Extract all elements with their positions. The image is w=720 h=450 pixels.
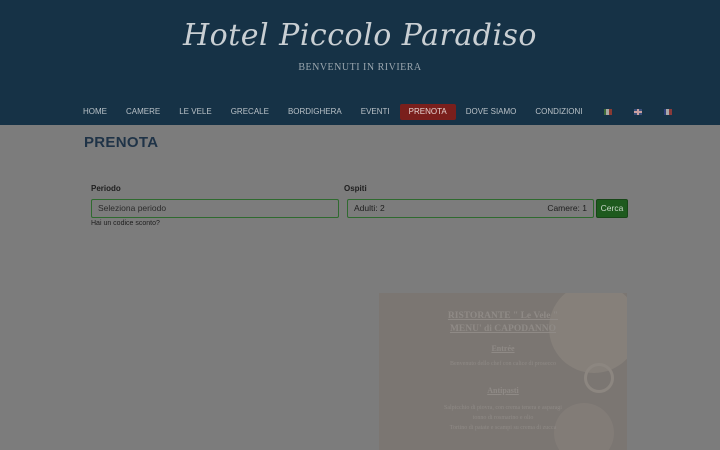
nav-item-dove-siamo[interactable]: DOVE SIAMO	[457, 104, 526, 120]
italian-flag-icon[interactable]	[603, 109, 612, 115]
menu-section-entree: Entrée	[491, 344, 515, 353]
nav-item-condizioni[interactable]: CONDIZIONI	[526, 104, 591, 120]
nav-item-prenota[interactable]: PRENOTA	[399, 104, 456, 120]
nav-item-eventi[interactable]: EVENTI	[352, 104, 399, 120]
nav-item-bordighera[interactable]: BORDIGHERA	[279, 104, 351, 120]
page-title: PRENOTA	[84, 134, 159, 151]
hotel-logo[interactable]: Hotel Piccolo Paradiso	[0, 18, 720, 53]
menu-line: tonno di rosmarino e olio	[472, 415, 534, 421]
new-year-menu-image: RISTORANTE " Le Vele " MENU' di CAPODANN…	[379, 293, 627, 450]
guests-label: Ospiti	[344, 184, 367, 193]
site-header: Hotel Piccolo Paradiso BENVENUTI IN RIVI…	[0, 0, 720, 125]
menu-section-antipasti: Antipasti	[487, 386, 519, 395]
adults-count: Adulti: 2	[354, 203, 385, 213]
french-flag-icon[interactable]	[663, 109, 672, 115]
period-label: Periodo	[91, 184, 121, 193]
nav-item-camere[interactable]: CAMERE	[117, 104, 169, 120]
header-subtitle: BENVENUTI IN RIVIERA	[298, 62, 422, 73]
nav-item-grecale[interactable]: GRECALE	[222, 104, 278, 120]
period-input[interactable]: Seleziona periodo	[91, 199, 339, 218]
menu-heading: RISTORANTE " Le Vele "	[447, 311, 559, 321]
menu-line: Salpicchio di piovra, con crema tenera e…	[444, 405, 562, 411]
rooms-count: Camere: 1	[547, 203, 587, 213]
menu-line: Benvenuto dello chef con calice di prose…	[450, 361, 556, 367]
uk-flag-icon[interactable]	[633, 109, 642, 115]
nav-item-le-vele[interactable]: LE VELE	[170, 104, 220, 120]
menu-subheading: MENU' di CAPODANNO	[449, 324, 557, 334]
guests-selector[interactable]: Adulti: 2 Camere: 1	[347, 199, 594, 218]
menu-line: Tortino di patate e scampi su crema di z…	[449, 425, 557, 431]
search-button[interactable]: Cerca	[596, 199, 628, 218]
discount-code-link[interactable]: Hai un codice sconto?	[91, 220, 160, 227]
main-nav: HOME CAMERE LE VELE GRECALE BORDIGHERA E…	[74, 104, 683, 120]
nav-item-home[interactable]: HOME	[74, 104, 116, 120]
